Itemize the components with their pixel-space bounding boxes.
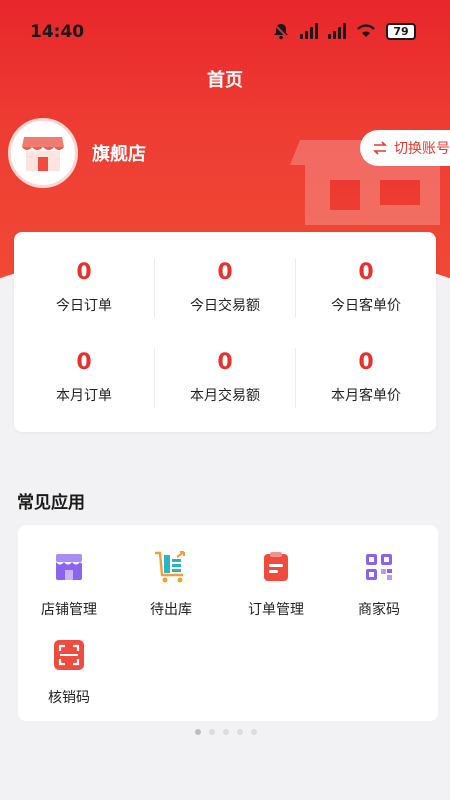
cart-export-icon [153,549,189,585]
order-list-icon [258,549,294,585]
stat-value: 0 [358,350,374,375]
app-label: 店铺管理 [41,602,97,618]
stat-label: 今日客单价 [331,298,401,314]
signal-icon-2 [328,23,346,39]
status-bar: 14:40 79 [0,0,450,64]
stat-month-avg-price[interactable]: 0 本月客单价 [296,350,436,405]
shop-info: 旗舰店 [8,118,146,188]
app-label: 待出库 [150,602,192,618]
stat-value: 0 [76,260,92,285]
apps-card: 店铺管理 待出库 订单管理 商家码 核销码 [18,525,438,721]
app-order-management[interactable]: 订单管理 [221,549,331,619]
stat-label: 今日订单 [56,298,112,314]
app-merchant-code[interactable]: 商家码 [324,549,434,619]
stat-label: 本月交易额 [190,388,260,404]
page-dot[interactable] [237,729,243,735]
page-indicator [195,729,257,735]
stat-value: 0 [217,260,233,285]
stat-today-avg-price[interactable]: 0 今日客单价 [296,260,436,315]
storefront-icon [22,137,64,171]
stat-value: 0 [358,260,374,285]
battery-indicator: 79 [386,22,416,40]
stat-today-orders[interactable]: 0 今日订单 [14,260,154,315]
page-dot[interactable] [195,729,201,735]
shop-name: 旗舰店 [92,144,146,165]
qr-code-icon [361,549,397,585]
divider [154,258,155,318]
page-dot[interactable] [223,729,229,735]
app-label: 订单管理 [248,602,304,618]
stat-value: 0 [217,350,233,375]
signal-icon [300,23,318,39]
app-verification-code[interactable]: 核销码 [14,637,124,707]
stat-label: 今日交易额 [190,298,260,314]
scan-code-icon [51,637,87,673]
stat-label: 本月订单 [56,388,112,404]
app-pending-shipment[interactable]: 待出库 [116,549,226,619]
page-dot[interactable] [251,729,257,735]
app-label: 核销码 [48,690,90,706]
store-icon [51,549,87,585]
page-dot[interactable] [209,729,215,735]
stat-value: 0 [76,350,92,375]
divider [154,348,155,408]
divider [295,258,296,318]
stats-card: 0 今日订单 0 今日交易额 0 今日客单价 0 本月订单 0 本月交易额 0 … [14,232,436,432]
status-time: 14:40 [30,22,85,42]
wifi-icon [357,24,375,37]
shop-avatar[interactable] [8,118,78,188]
switch-account-button[interactable]: 切换账号 [360,130,450,166]
app-label: 商家码 [358,602,400,618]
app-store-management[interactable]: 店铺管理 [14,549,124,619]
switch-account-label: 切换账号 [394,141,450,157]
stat-label: 本月客单价 [331,388,401,404]
stat-month-revenue[interactable]: 0 本月交易额 [155,350,295,405]
mute-bell-icon [273,23,289,40]
swap-arrows-icon [373,141,387,155]
section-title: 常见应用 [17,493,85,513]
page-title: 首页 [207,70,243,91]
stat-month-orders[interactable]: 0 本月订单 [14,350,154,405]
stat-today-revenue[interactable]: 0 今日交易额 [155,260,295,315]
divider [295,348,296,408]
